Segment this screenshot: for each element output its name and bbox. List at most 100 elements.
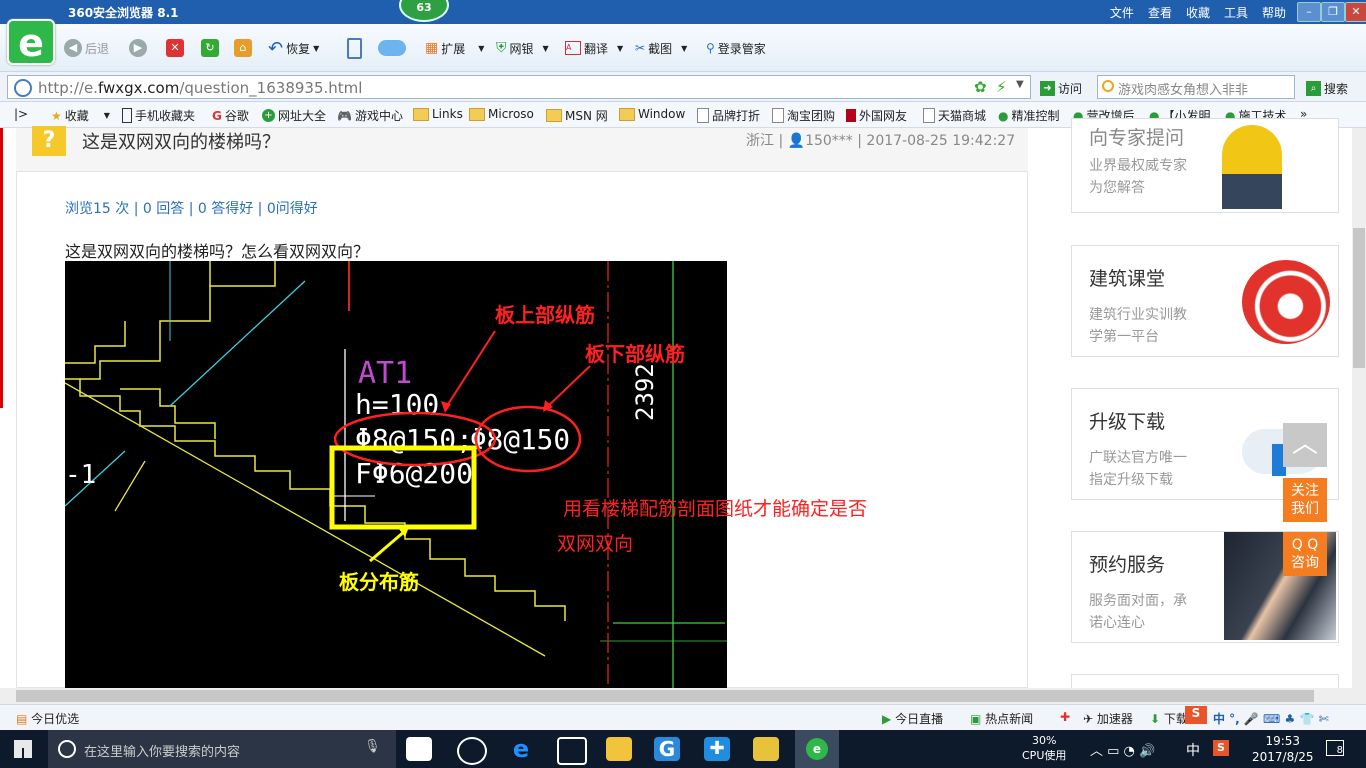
rocket-icon: ✈ xyxy=(1083,712,1094,726)
vertical-scrollbar[interactable] xyxy=(1352,128,1366,688)
menu-view[interactable]: 查看 xyxy=(1148,4,1172,21)
browser-logo-icon[interactable]: e xyxy=(7,19,55,65)
sidebar-toggle-icon[interactable]: |> xyxy=(14,107,28,121)
menu-file[interactable]: 文件 xyxy=(1110,4,1134,21)
cad-drawing-svg: AT1 h=100 Φ8@150; Φ8@150 FΦ6@200 2392 -1… xyxy=(65,261,727,688)
login-manager-button[interactable]: ⚲ 登录管家 xyxy=(706,38,766,58)
cpu-usage[interactable]: 30% CPU使用 xyxy=(1022,733,1066,763)
fav-item[interactable]: G 谷歌 xyxy=(212,107,249,124)
fav-item[interactable]: 手机收藏夹 xyxy=(122,107,195,124)
menu-help[interactable]: 帮助 xyxy=(1262,4,1286,21)
fav-item[interactable]: ★ 收藏 ▼ xyxy=(51,107,110,124)
close-button[interactable]: ✕ xyxy=(1345,2,1366,22)
horizontal-scroll-thumb[interactable] xyxy=(16,690,1314,702)
annot-arrow xyxy=(369,529,406,563)
mobile-button[interactable] xyxy=(347,37,362,59)
question-title: 这是双网双向的楼梯吗？ xyxy=(82,132,280,153)
search-input[interactable]: 游戏肉感女角想入非非 xyxy=(1097,75,1295,99)
chevron-down-icon: ▼ xyxy=(103,111,110,120)
taskbar-explorer-icon[interactable] xyxy=(606,737,632,761)
mascot-suit-icon xyxy=(1222,174,1282,209)
search-engine-icon[interactable] xyxy=(1102,80,1114,92)
page-icon xyxy=(772,108,784,123)
fav-item[interactable]: MSN 网 xyxy=(546,107,608,124)
annot-top-text: 板上部纵筋 xyxy=(495,303,595,327)
taskbar-edge-icon[interactable]: e xyxy=(508,737,534,761)
taskbar-plus-app-icon[interactable]: ✚ xyxy=(704,737,730,761)
speed-badge[interactable]: 63 xyxy=(399,0,449,22)
hot-news-link[interactable]: ▣ 热点新闻 xyxy=(970,710,1033,727)
fav-item[interactable]: Window xyxy=(619,107,685,121)
forward-button[interactable]: ▶ xyxy=(129,38,147,58)
vertical-scroll-thumb[interactable] xyxy=(1353,228,1365,368)
flame-logo-icon xyxy=(1242,260,1330,344)
dropdown-icon[interactable]: ▼ xyxy=(1016,79,1024,90)
url-text[interactable]: http://e.fwxgx.com/question_1638935.html xyxy=(38,79,362,97)
notification-icon[interactable]: 8 xyxy=(1326,740,1344,756)
folder-icon xyxy=(413,107,429,121)
annot-arrow xyxy=(544,365,591,410)
cloud-button[interactable] xyxy=(378,38,406,58)
fav-item[interactable]: ● 精准控制 xyxy=(998,107,1060,124)
taskbar-app-spiral-icon[interactable] xyxy=(457,737,487,765)
annot-bottom-text: 板下部纵筋 xyxy=(585,342,685,366)
chevron-down-icon: ▼ xyxy=(313,43,320,53)
card-ask-expert[interactable]: 向专家提问 业界最权威专家 为您解答 xyxy=(1071,118,1339,213)
today-picks-link[interactable]: ▤ 今日优选 xyxy=(16,710,79,727)
card-building-class[interactable]: 建筑课堂 建筑行业实训教 学第一平台 xyxy=(1071,245,1339,357)
sogou-tray-icon[interactable]: S xyxy=(1213,740,1229,756)
undo-icon: ↶ xyxy=(268,37,284,59)
extend-button[interactable]: ▦ 扩展 ▼ xyxy=(425,38,484,58)
address-bar[interactable]: http://e.fwxgx.com/question_1638935.html… xyxy=(7,75,1031,99)
annot-dist-text: 板分布筋 xyxy=(339,570,419,594)
screenshot-button[interactable]: ✂ 截图 ▼ xyxy=(635,38,687,58)
fav-item[interactable]: Microso xyxy=(469,107,534,121)
phone-icon xyxy=(122,108,132,123)
netbank-button[interactable]: ⛨ 网银 ▼ xyxy=(496,38,549,58)
question-stats[interactable]: 浏览15 次 | 0 回答 | 0 答得好 | 0问得好 xyxy=(65,198,318,218)
fav-item[interactable]: 外国网友 xyxy=(846,107,907,124)
accelerator-link[interactable]: ✈ 加速器 xyxy=(1083,710,1133,727)
start-windows-icon[interactable] xyxy=(14,740,32,758)
microphone-icon[interactable]: 🎙 xyxy=(364,739,381,754)
taskbar-store-icon[interactable] xyxy=(557,737,587,765)
download-link[interactable]: ⬇ 下载 xyxy=(1150,710,1188,727)
maximize-button[interactable]: ❐ xyxy=(1321,2,1345,22)
stop-button[interactable]: ✕ xyxy=(166,38,184,58)
go-button[interactable]: ➜ 访问 xyxy=(1040,78,1082,98)
taskbar-search-box[interactable]: 在这里输入你要搜索的内容 🎙 xyxy=(48,730,396,768)
health-icon[interactable]: ✚ xyxy=(1060,710,1070,724)
fav-item[interactable]: 天猫商城 xyxy=(923,107,986,124)
translate-button[interactable]: A 翻译 ▼ xyxy=(565,38,623,58)
today-live-link[interactable]: ▶ 今日直播 xyxy=(882,710,943,727)
cad-note-line1: 用看楼梯配筋剖面图纸才能确定是否 xyxy=(563,498,868,520)
follow-us-button[interactable]: 关注 我们 xyxy=(1283,478,1327,522)
taskbar-notes-icon[interactable] xyxy=(753,737,779,761)
ime-toolbar[interactable]: 中 °, 🎤 ⌨ ♣ 👕 ✄ xyxy=(1213,710,1329,727)
page-left-edge xyxy=(0,128,3,408)
back-to-top-button[interactable]: ︿ xyxy=(1283,423,1327,467)
search-button[interactable]: ⌕ 搜索 xyxy=(1306,78,1348,98)
menu-favorites[interactable]: 收藏 xyxy=(1186,4,1210,21)
restore-button[interactable]: ↶ 恢复 ▼ xyxy=(268,37,320,59)
taskbar-360-browser-icon[interactable]: e xyxy=(795,730,839,768)
fav-item[interactable]: 品牌打折 xyxy=(697,107,760,124)
ime-indicator[interactable]: 中 xyxy=(1186,740,1200,760)
cloud-icon xyxy=(378,40,406,56)
tray-icons[interactable]: ︿ ▭ ◔ 🔊 xyxy=(1090,740,1155,759)
home-button[interactable]: ⌂ xyxy=(234,38,252,58)
clock[interactable]: 19:53 2017/8/25 xyxy=(1252,733,1314,765)
fav-item[interactable]: 淘宝团购 xyxy=(772,107,835,124)
taskbar-app-pinwheel-icon[interactable] xyxy=(406,737,432,761)
sogou-ime-icon[interactable]: S xyxy=(1185,706,1207,724)
menu-tools[interactable]: 工具 xyxy=(1224,4,1248,21)
fav-item[interactable]: Links xyxy=(413,107,463,121)
refresh-button[interactable]: ↻ xyxy=(201,38,219,58)
fav-item[interactable]: 🎮 游戏中心 xyxy=(337,107,403,124)
magnifier-icon: ⌕ xyxy=(1306,80,1321,96)
qq-consult-button[interactable]: Q Q 咨询 xyxy=(1283,532,1327,576)
taskbar-glodon-icon[interactable]: G xyxy=(654,737,680,761)
fav-item[interactable]: + 网址大全 xyxy=(262,107,326,124)
minimize-button[interactable]: – xyxy=(1297,2,1321,22)
back-button[interactable]: ◀ 后退 xyxy=(64,38,109,58)
